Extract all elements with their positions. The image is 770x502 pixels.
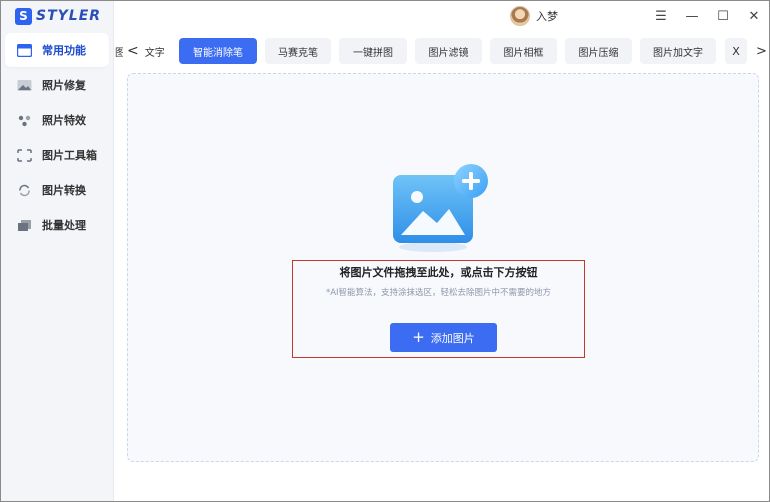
photo-restore-icon xyxy=(17,79,32,92)
upload-image-icon xyxy=(393,164,488,252)
sidebar-item-label: 图片工具箱 xyxy=(42,149,97,162)
menu-icon[interactable]: ☰ xyxy=(652,7,670,25)
sidebar-item-label: 照片特效 xyxy=(42,114,86,127)
tab-filter[interactable]: 图片滤镜 xyxy=(415,38,482,64)
convert-icon xyxy=(17,184,32,197)
window-icon xyxy=(17,43,32,57)
sidebar-nav: 常用功能 照片修复 照片特效 图片工具箱 图片转换 批量处理 xyxy=(1,33,113,243)
sidebar-item-photo-restore[interactable]: 照片修复 xyxy=(5,68,109,102)
chevron-left-icon[interactable]: < xyxy=(127,43,139,59)
batch-icon xyxy=(17,219,32,232)
add-image-label: 添加图片 xyxy=(430,331,475,345)
logo-text: STYLER xyxy=(36,8,102,24)
user-name: 入梦 xyxy=(536,10,558,23)
tab-mosaic[interactable]: 马赛克笔 xyxy=(265,38,331,64)
user-info[interactable]: 入梦 xyxy=(510,6,558,26)
sidebar-item-label: 批量处理 xyxy=(42,219,86,232)
avatar[interactable] xyxy=(510,6,530,26)
add-image-button[interactable]: + 添加图片 xyxy=(390,323,497,352)
sidebar: S STYLER 常用功能 照片修复 照片特效 图片工具箱 图片转换 批量处理 xyxy=(1,1,114,501)
effects-icon xyxy=(17,114,32,127)
tab-frame[interactable]: 图片相框 xyxy=(490,38,557,64)
maximize-icon[interactable]: ☐ xyxy=(714,7,732,25)
sidebar-item-label: 图片转换 xyxy=(42,184,86,197)
sidebar-item-label: 照片修复 xyxy=(42,79,86,92)
close-icon[interactable]: ✕ xyxy=(745,7,763,25)
sidebar-item-batch[interactable]: 批量处理 xyxy=(5,208,109,242)
logo-mark: S xyxy=(15,7,32,25)
sidebar-item-common[interactable]: 常用功能 xyxy=(5,33,109,67)
sidebar-item-label: 常用功能 xyxy=(42,44,86,57)
toolbox-icon xyxy=(17,148,32,162)
tab-partial-text[interactable]: 文字 xyxy=(145,44,165,59)
tab-add-text[interactable]: 图片加文字 xyxy=(640,38,716,64)
app-window: S STYLER 常用功能 照片修复 照片特效 图片工具箱 图片转换 批量处理 … xyxy=(0,0,770,502)
tab-partial-hidden[interactable]: 图 xyxy=(115,44,123,59)
tab-close-button[interactable]: X xyxy=(725,38,747,64)
sidebar-item-convert[interactable]: 图片转换 xyxy=(5,173,109,207)
window-controls: ☰ — ☐ ✕ xyxy=(652,7,763,25)
title-bar: 入梦 ☰ — ☐ ✕ xyxy=(114,1,769,33)
drop-zone-subtitle: *AI智能算法，支持涂抹选区，轻松去除图片中不需要的地方 xyxy=(325,288,552,298)
plus-icon: + xyxy=(412,328,425,346)
tab-smart-eraser[interactable]: 智能消除笔 xyxy=(179,38,257,64)
app-logo: S STYLER xyxy=(15,7,101,25)
minimize-icon[interactable]: — xyxy=(683,7,701,25)
tab-compress[interactable]: 图片压缩 xyxy=(565,38,632,64)
sidebar-item-toolbox[interactable]: 图片工具箱 xyxy=(5,138,109,172)
drop-zone-title: 将图片文件拖拽至此处，或点击下方按钮 xyxy=(339,266,538,279)
feature-tabs: 图 < 文字 智能消除笔 马赛克笔 一键拼图 图片滤镜 图片相框 图片压缩 图片… xyxy=(114,38,769,64)
tab-collage[interactable]: 一键拼图 xyxy=(339,38,407,64)
chevron-right-icon[interactable]: > xyxy=(756,44,767,59)
sidebar-item-photo-effects[interactable]: 照片特效 xyxy=(5,103,109,137)
tab-scroll-left: 图 < 文字 xyxy=(114,38,165,64)
